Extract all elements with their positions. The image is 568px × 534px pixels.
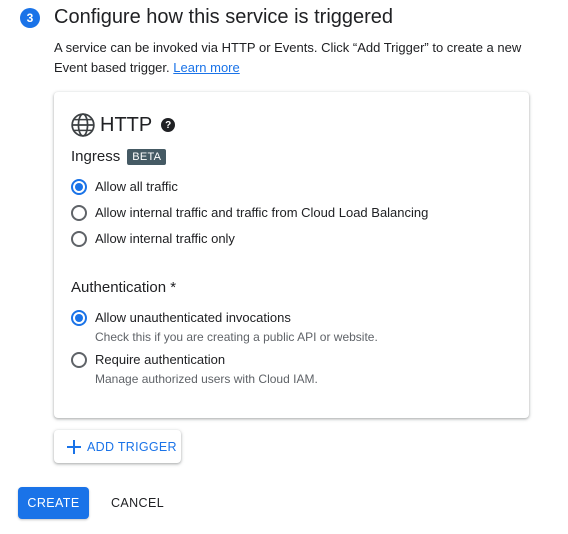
step-number-badge: 3 [20, 8, 40, 28]
authentication-label-row: Authentication * [71, 279, 176, 296]
radio-label: Allow all traffic [95, 179, 178, 194]
radio-button[interactable] [71, 310, 87, 326]
radio-allow-all-traffic[interactable]: Allow all traffic [71, 179, 178, 195]
radio-button[interactable] [71, 231, 87, 247]
authentication-label: Authentication * [71, 279, 177, 296]
plus-icon [67, 439, 81, 454]
step-description-text: A service can be invoked via HTTP or Eve… [54, 40, 522, 75]
step-title: Configure how this service is triggered [54, 6, 394, 28]
radio-allow-internal-and-lb[interactable]: Allow internal traffic and traffic from … [71, 205, 428, 221]
radio-label: Allow internal traffic only [95, 231, 235, 246]
ingress-label-row: Ingress BETA [71, 148, 167, 165]
radio-button[interactable] [71, 179, 87, 195]
help-icon[interactable]: ? [161, 118, 176, 132]
step-description: A service can be invoked via HTTP or Eve… [54, 38, 544, 78]
radio-label: Allow unauthenticated invocations [95, 310, 291, 325]
radio-hint: Check this if you are creating a public … [95, 330, 378, 344]
beta-badge: BETA [127, 148, 167, 165]
http-trigger-card: HTTP ? Ingress BETA Allow all traffic Al… [54, 92, 529, 418]
card-title: HTTP [100, 113, 153, 136]
radio-button[interactable] [71, 205, 87, 221]
learn-more-link[interactable]: Learn more [173, 60, 239, 75]
trigger-config-page: 3 Configure how this service is triggere… [0, 0, 568, 534]
cancel-button[interactable]: CANCEL [101, 487, 174, 519]
card-header: HTTP ? [70, 112, 176, 138]
add-trigger-button[interactable]: ADD TRIGGER [54, 430, 181, 463]
radio-hint: Manage authorized users with Cloud IAM. [95, 372, 318, 386]
radio-allow-internal-only[interactable]: Allow internal traffic only [71, 231, 235, 247]
create-button[interactable]: CREATE [18, 487, 89, 519]
add-trigger-label: ADD TRIGGER [87, 439, 177, 454]
radio-label: Allow internal traffic and traffic from … [95, 205, 429, 220]
radio-label: Require authentication [95, 352, 226, 367]
globe-icon [71, 113, 95, 137]
ingress-label: Ingress [71, 148, 121, 165]
radio-require-authentication[interactable]: Require authentication Manage authorized… [71, 352, 318, 387]
radio-allow-unauthenticated[interactable]: Allow unauthenticated invocations Check … [71, 310, 378, 345]
radio-button[interactable] [71, 352, 87, 368]
